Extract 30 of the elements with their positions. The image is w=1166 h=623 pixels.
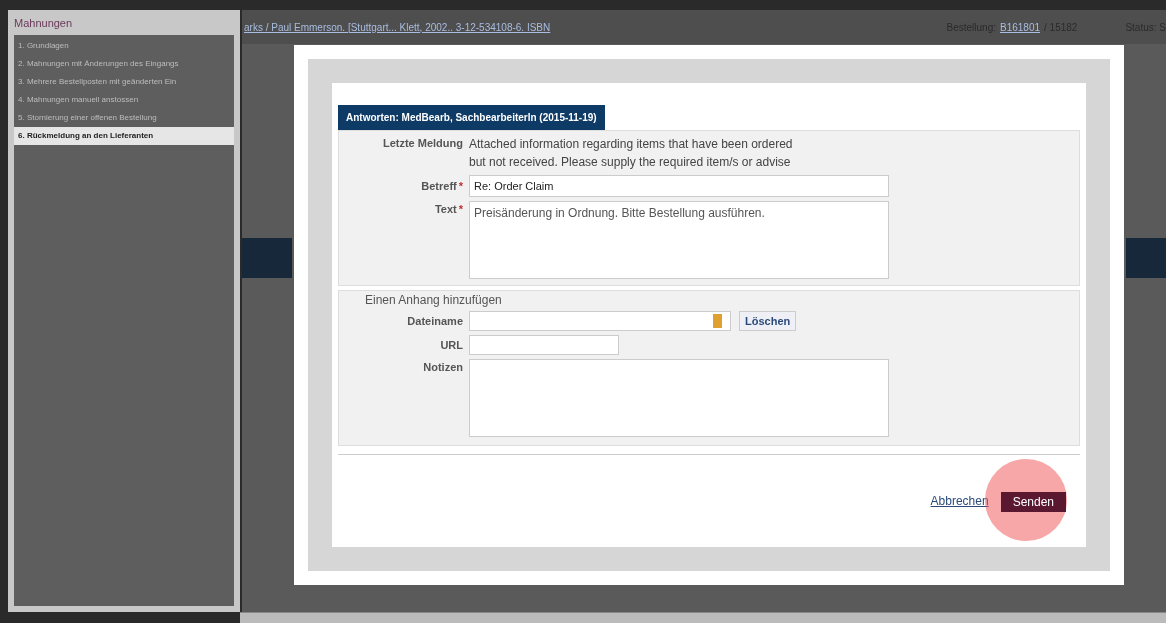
url-field[interactable] <box>469 335 619 355</box>
field-label: Notizen <box>422 360 463 375</box>
delete-button[interactable]: Löschen <box>739 311 797 331</box>
subject-field[interactable]: Re: Order Claim <box>469 175 889 197</box>
required-mark: * <box>458 179 463 192</box>
field-label: Text * <box>433 202 463 217</box>
file-name-field[interactable] <box>469 311 731 331</box>
text-area[interactable]: Preisänderung in Ordnung. Bitte Bestellung ausführen. <box>469 201 889 279</box>
menu-item[interactable]: 6. Rückmeldung an den Lieferanten <box>14 126 234 145</box>
cancel-link[interactable]: Abbrechen <box>930 492 989 510</box>
field-label: Betreff * <box>420 178 463 194</box>
menu-item[interactable]: 5. Stornierung einer offenen Bestellung <box>14 108 234 127</box>
menu-item[interactable]: 3. Mehrere Bestellposten mit geänderten Ein <box>14 72 234 91</box>
field-label: Dateiname <box>406 313 463 329</box>
menu-item[interactable]: 2. Mahnungen mit Änderungen des Eingangs <box>14 54 234 73</box>
menu-item[interactable]: 1. Grundlagen <box>14 36 234 55</box>
send-button[interactable]: Senden <box>1000 492 1066 512</box>
last-message: Attached information regarding items that have been ordered but not received. Please supply the required item/s or advise <box>469 136 794 171</box>
background-bar <box>242 238 292 278</box>
menu-item[interactable]: 4. Mahnungen manuell anstossen <box>14 90 234 109</box>
required-mark: * <box>458 203 463 215</box>
notes-field[interactable] <box>469 359 889 437</box>
reply-tab[interactable]: Antworten: MedBearb, SachbearbeiterIn (2015-11-19) <box>338 105 605 130</box>
title-link[interactable]: arks / Paul Emmerson. [Stuttgart... Klett, 2002.. 3-12-534108-6. ISBN <box>244 19 551 35</box>
order-link[interactable]: B161801 <box>1000 19 1041 35</box>
section-legend: Einen Anhang hinzufügen <box>365 291 1073 309</box>
menu-title: Mahnungen <box>13 16 74 31</box>
background-bar <box>1126 238 1166 278</box>
field-label: Letzte Meldung <box>381 136 463 151</box>
field-label: URL <box>439 337 463 353</box>
